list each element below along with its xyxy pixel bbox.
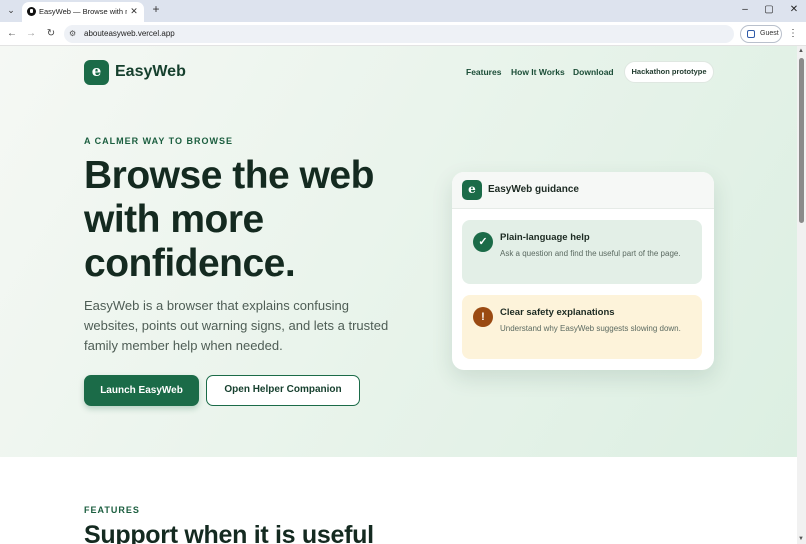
guidance-card-header: e EasyWeb guidance xyxy=(452,172,714,209)
page-scrollbar[interactable]: ▲ ▼ xyxy=(797,46,806,544)
url-text[interactable]: abouteasyweb.vercel.app xyxy=(84,29,175,38)
tab-title: EasyWeb — Browse with more confidence xyxy=(39,7,127,16)
browser-toolbar: ← → ↻ ⚙ abouteasyweb.vercel.app Guest ⋮ xyxy=(0,22,806,46)
profile-label: Guest xyxy=(760,30,779,37)
guidance-card-title: EasyWeb guidance xyxy=(488,184,579,195)
features-heading: Support when it is useful xyxy=(84,521,374,544)
page-viewport: e EasyWeb Features How It Works Download… xyxy=(0,46,797,544)
nav-link-download[interactable]: Download xyxy=(573,67,614,77)
browser-menu-icon[interactable]: ⋮ xyxy=(788,27,798,41)
logo-wordmark[interactable]: EasyWeb xyxy=(115,63,186,81)
maximize-icon[interactable]: ▢ xyxy=(762,4,776,16)
prototype-badge: Hackathon prototype xyxy=(624,61,714,83)
profile-button[interactable]: Guest xyxy=(740,25,782,43)
reload-icon[interactable]: ↻ xyxy=(44,27,58,41)
guidance-card: e EasyWeb guidance ✓ Plain-language help… xyxy=(452,172,714,370)
tip-title: Clear safety explanations xyxy=(500,307,615,318)
plain-language-help-item: ✓ Plain-language help Ask a question and… xyxy=(462,220,702,284)
minimize-icon[interactable]: – xyxy=(738,4,752,16)
card-logo-mark: e xyxy=(462,180,482,200)
close-tab-icon[interactable]: ✕ xyxy=(128,5,140,17)
logo-mark[interactable]: e xyxy=(84,60,109,85)
safety-explanations-item: ! Clear safety explanations Understand w… xyxy=(462,295,702,359)
scrollbar-thumb[interactable] xyxy=(799,58,804,223)
warning-icon: ! xyxy=(473,307,493,327)
nav-link-features[interactable]: Features xyxy=(466,67,501,77)
profile-icon xyxy=(747,30,755,38)
back-icon[interactable]: ← xyxy=(5,27,19,41)
hero-section: e EasyWeb Features How It Works Download… xyxy=(0,46,797,457)
scroll-up-icon[interactable]: ▲ xyxy=(798,48,804,54)
address-bar[interactable]: ⚙ abouteasyweb.vercel.app xyxy=(64,25,734,43)
check-icon: ✓ xyxy=(473,232,493,252)
launch-easyweb-button[interactable]: Launch EasyWeb xyxy=(84,375,199,406)
new-tab-icon[interactable]: + xyxy=(150,3,162,15)
tip-body: Ask a question and find the useful part … xyxy=(500,249,681,258)
features-eyebrow: FEATURES xyxy=(84,505,140,515)
tab-strip: ⌄ EasyWeb — Browse with more confidence … xyxy=(0,0,806,22)
tip-title: Plain-language help xyxy=(500,232,590,243)
close-window-icon[interactable]: ✕ xyxy=(787,4,801,16)
hero-eyebrow: A CALMER WAY TO BROWSE xyxy=(84,136,234,146)
hero-headline: Browse the web with more confidence. xyxy=(84,154,374,285)
site-info-icon[interactable]: ⚙ xyxy=(69,28,79,40)
nav-link-how-it-works[interactable]: How It Works xyxy=(511,67,565,77)
hero-description: EasyWeb is a browser that explains confu… xyxy=(84,298,389,353)
open-helper-companion-button[interactable]: Open Helper Companion xyxy=(206,375,360,406)
tip-body: Understand why EasyWeb suggests slowing … xyxy=(500,324,681,333)
scroll-down-icon[interactable]: ▼ xyxy=(798,536,804,542)
browser-tab[interactable]: EasyWeb — Browse with more confidence ✕ xyxy=(22,2,144,22)
tab-search-icon[interactable]: ⌄ xyxy=(4,3,18,17)
forward-icon[interactable]: → xyxy=(24,27,38,41)
site-favicon-icon xyxy=(27,7,36,16)
